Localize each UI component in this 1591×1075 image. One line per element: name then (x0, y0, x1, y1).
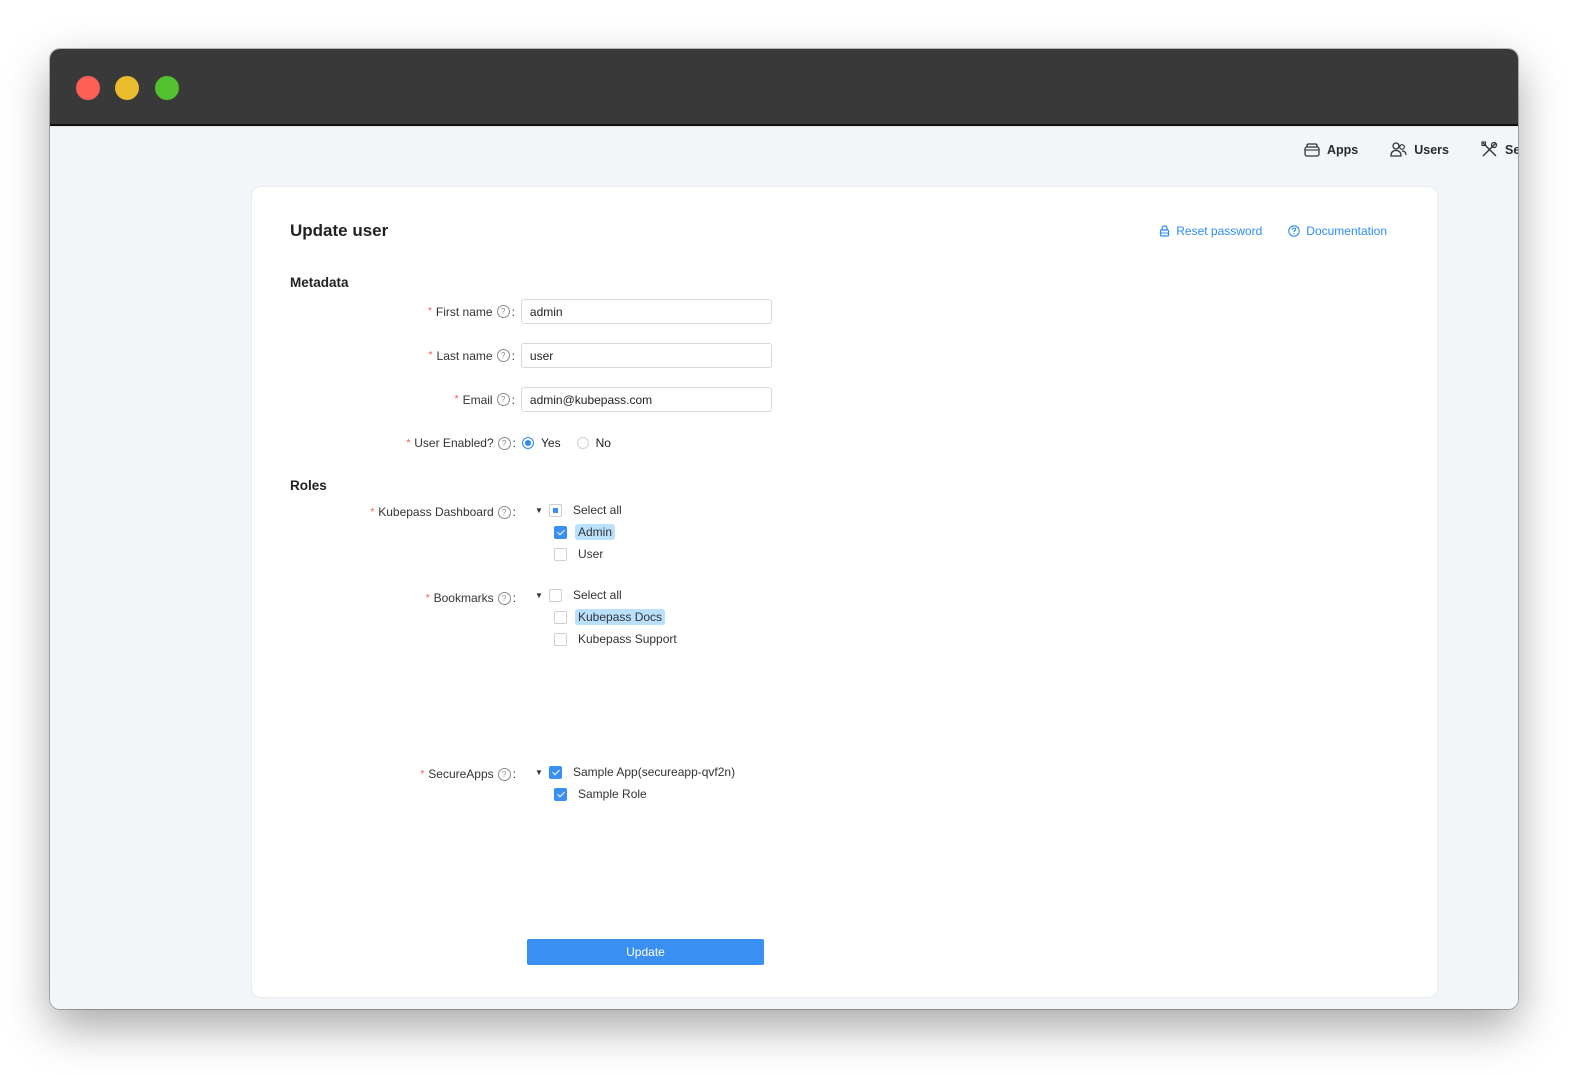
tree-node-admin: Admin (554, 521, 625, 543)
tree-node-user: User (554, 543, 625, 565)
reset-password-label: Reset password (1176, 224, 1263, 238)
help-icon[interactable]: ? (497, 436, 511, 450)
title-bar (50, 49, 1518, 126)
sample-role-checkbox[interactable] (554, 787, 567, 801)
nav-settings-label: Set (1505, 142, 1518, 157)
help-icon[interactable]: ? (497, 767, 511, 781)
roles-section-title: Roles (290, 478, 327, 493)
metadata-section-title: Metadata (290, 275, 349, 290)
sample-app-checkbox[interactable] (549, 765, 562, 779)
help-icon[interactable]: ? (496, 349, 510, 362)
settings-tools-icon (1481, 141, 1498, 157)
help-icon[interactable]: ? (496, 305, 510, 318)
caret-down-icon[interactable]: ▼ (534, 768, 544, 777)
first-name-input[interactable] (520, 299, 772, 324)
minimize-window-button[interactable] (115, 76, 139, 100)
question-circle-icon (1288, 225, 1301, 237)
nav-apps-label: Apps (1327, 142, 1359, 157)
nav-users[interactable]: Users (1390, 141, 1449, 158)
help-icon[interactable]: ? (497, 505, 511, 519)
app-window: Apps Users Set Update user Reset passwor… (50, 49, 1518, 1009)
bookmarks-label: * Bookmarks?: (425, 591, 516, 605)
update-user-card: Update user Reset password Documentation… (251, 186, 1438, 998)
required-marker: * (406, 437, 411, 449)
select-all-checkbox[interactable] (549, 503, 562, 517)
admin-checkbox[interactable] (554, 525, 567, 539)
update-button[interactable]: Update (527, 939, 764, 965)
header-actions: Reset password Documentation (1159, 224, 1387, 238)
required-marker: * (370, 506, 375, 518)
tree-node-sample-role: Sample Role (554, 783, 738, 805)
nav-users-label: Users (1414, 142, 1449, 157)
email-input[interactable] (520, 387, 772, 412)
nav-apps[interactable]: Apps (1304, 141, 1358, 158)
nav-settings[interactable]: Set (1481, 141, 1518, 158)
required-marker: * (428, 350, 433, 361)
caret-down-icon[interactable]: ▼ (534, 506, 544, 515)
bookmarks-tree: ▼ Select all Kubepass Docs Kubepass Suppo… (534, 584, 680, 650)
secureapps-tree: ▼ Sample App(secureapp-qvf2n) Sample Role (534, 761, 738, 805)
user-enabled-row: * User Enabled??: Yes No (252, 436, 772, 450)
required-marker: * (454, 394, 459, 405)
close-window-button[interactable] (76, 76, 100, 100)
user-enabled-no-radio[interactable]: No (576, 436, 611, 450)
apps-icon (1304, 142, 1320, 157)
radio-unselected (576, 437, 589, 449)
top-nav: Apps Users Set (1304, 141, 1518, 158)
last-name-row: * Last name?: (252, 343, 772, 368)
tree-node-select-all: ▼ Select all (534, 588, 622, 602)
tree-node-sample-app: ▼ Sample App(secureapp-qvf2n) (534, 765, 736, 779)
radio-selected (522, 437, 534, 449)
kubepass-dashboard-label: * Kubepass Dashboard?: (370, 505, 516, 519)
page-content: Apps Users Set Update user Reset passwor… (50, 126, 1518, 1009)
user-checkbox[interactable] (554, 547, 567, 561)
tree-node-select-all: ▼ Select all (534, 503, 622, 517)
kubepass-docs-checkbox[interactable] (554, 610, 567, 624)
help-icon[interactable]: ? (496, 393, 510, 406)
reset-password-link[interactable]: Reset password (1159, 224, 1262, 238)
tree-node-kubepass-docs: Kubepass Docs (554, 606, 680, 628)
kubepass-dashboard-row: * Kubepass Dashboard?: (252, 505, 772, 519)
user-enabled-yes-radio[interactable]: Yes (522, 436, 561, 450)
first-name-label: * First name?: (427, 304, 515, 319)
documentation-label: Documentation (1306, 224, 1387, 238)
caret-down-icon[interactable]: ▼ (534, 591, 544, 600)
required-marker: * (420, 768, 425, 780)
page-title: Update user (290, 221, 389, 240)
first-name-row: * First name?: (252, 299, 772, 324)
kubepass-dashboard-tree: ▼ Select all Admin User (534, 499, 625, 565)
users-icon (1390, 142, 1407, 157)
email-row: * Email?: (252, 387, 772, 412)
last-name-input[interactable] (520, 343, 772, 368)
select-all-checkbox[interactable] (549, 588, 562, 602)
maximize-window-button[interactable] (155, 76, 179, 100)
required-marker: * (425, 592, 430, 604)
tree-node-kubepass-support: Kubepass Support (554, 628, 680, 650)
secureapps-label: * SecureApps?: (420, 767, 516, 781)
bookmarks-row: * Bookmarks?: (252, 591, 772, 605)
documentation-link[interactable]: Documentation (1288, 224, 1387, 238)
lock-icon (1160, 225, 1170, 237)
help-icon[interactable]: ? (497, 591, 511, 605)
last-name-label: * Last name?: (428, 348, 515, 363)
required-marker: * (427, 306, 432, 317)
user-enabled-label: * User Enabled??: (406, 436, 516, 450)
email-label: * Email?: (454, 392, 515, 407)
kubepass-support-checkbox[interactable] (554, 632, 567, 646)
